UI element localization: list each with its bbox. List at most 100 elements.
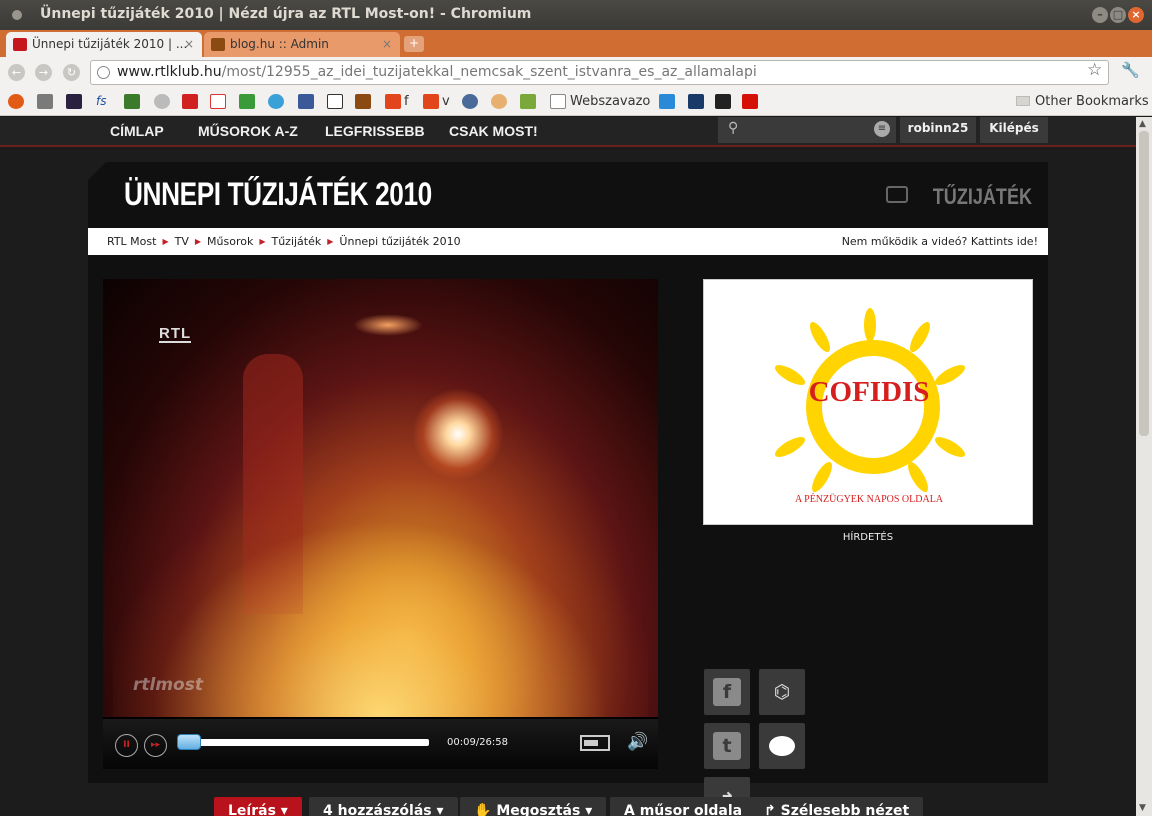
ad-label: HÍRDETÉS [842,532,894,543]
iv-icon[interactable] [423,94,439,109]
minimize-icon[interactable]: – [1092,7,1108,23]
puzzle-icon[interactable] [239,94,255,109]
twitter-icon: t [713,732,741,760]
tf-label[interactable]: f [404,94,409,109]
advertisement[interactable]: COFIDIS A PÉNZÜGYEK NAPOS OLDALA [703,279,1033,525]
bookmark-star-icon[interactable]: ☆ [1087,60,1102,80]
youtube-icon[interactable] [182,94,198,109]
window-titlebar: Ünnepi tűzijáték 2010 | Nézd újra az RTL… [0,0,1152,30]
window-title: Ünnepi tűzijáték 2010 | Nézd újra az RTL… [40,6,532,22]
user-button[interactable]: robinn25 [900,117,976,143]
steam-icon[interactable] [462,94,478,109]
facebook-icon[interactable] [298,94,314,109]
back-button[interactable]: ← [8,64,25,81]
header-corner [88,162,106,180]
nav-csak-most[interactable]: CSAK MOST! [449,123,538,139]
tab-wider-view[interactable]: ↱ Szélesebb nézet [750,797,924,816]
player-controls: II ▸▸ 00:09/26:58 🔊 [103,719,658,769]
screen-size-button[interactable] [580,735,610,751]
sun-ray [864,308,876,342]
reload-button[interactable]: ↻ [63,64,80,81]
video-help-link[interactable]: Nem működik a videó? Kattints ide! [842,235,1038,248]
sun-ray [904,459,932,495]
lastfm-icon[interactable] [742,94,758,109]
tab-show-page-label: A műsor oldala [624,803,743,816]
scroll-down-icon[interactable]: ▼ [1139,803,1146,813]
pause-button[interactable]: II [115,734,138,757]
facebook-share-button[interactable]: f [704,669,750,715]
site-search-input[interactable]: ⚲ ≡ [718,117,896,143]
maximize-icon[interactable]: □ [1110,7,1126,23]
bookmark-icon[interactable] [37,94,53,109]
webszavazo-label[interactable]: Webszavazo [570,94,650,109]
breadcrumb-arrow-icon: ▶ [194,237,202,246]
skip-button[interactable]: ▸▸ [144,734,167,757]
other-bookmarks[interactable]: Other Bookmarks [1016,94,1149,109]
tab-leiras[interactable]: Leírás ▾ [214,797,302,816]
scroll-thumb[interactable] [1139,131,1149,436]
tab-rtl[interactable]: Ünnepi tűzijáték 2010 | ... × [6,32,202,57]
gmail-icon[interactable] [210,94,226,109]
breadcrumb-tuzijatek[interactable]: Tűzijáték [271,235,321,248]
video-firework [413,389,503,479]
ubuntu-icon[interactable] [8,94,24,109]
pixel-icon[interactable] [688,94,704,109]
play-icon[interactable] [659,94,675,109]
iwiw-share-button[interactable]: ⌬ [759,669,805,715]
tab-show-page[interactable]: A műsor oldala [610,797,757,816]
nav-legfrissebb[interactable]: LEGFRISSEBB [325,123,425,139]
other-bookmarks-label: Other Bookmarks [1035,94,1149,109]
breadcrumb: RTL Most ▶ TV ▶ Műsorok ▶ Tűzijáték ▶ Ünnepi tűz… [107,235,461,248]
search-icon[interactable]: ⚲ [728,120,738,136]
scroll-up-icon[interactable]: ▲ [1139,119,1146,129]
breadcrumb-arrow-icon: ▶ [162,237,169,246]
wrench-menu-icon[interactable]: 🔧 [1121,61,1140,79]
tf-icon[interactable] [385,94,401,109]
progress-bar[interactable] [177,734,429,750]
breadcrumb-rtl-most[interactable]: RTL Most [107,235,156,248]
volume-icon[interactable]: 🔊 [627,732,648,752]
sun-ray [772,433,808,461]
forward-button[interactable]: → [35,64,52,81]
video-player[interactable]: RTL rtlmost II ▸▸ 00:09/26:58 🔊 [103,279,658,769]
close-tab-icon[interactable]: × [382,32,392,57]
breadcrumb-musorok[interactable]: Műsorok [207,235,253,248]
category-label[interactable]: TŰZIJÁTÉK [933,184,1032,210]
blog-icon[interactable] [355,94,371,109]
site-nav: CÍMLAP MŰSOROK A-Z LEGFRISSEBB CSAK MOST… [0,117,1136,147]
twitter-share-button[interactable]: t [704,723,750,769]
sun-ray [808,459,836,495]
url-path: /most/12955_az_idei_tuzijatekkal_nemcsak… [221,64,757,80]
content-area: RTL rtlmost II ▸▸ 00:09/26:58 🔊 COFIDIS … [88,255,1048,816]
nav-musorok[interactable]: MŰSOROK A-Z [198,123,298,139]
tab-comments[interactable]: 4 hozzászólás ▾ [309,797,458,816]
face-icon[interactable] [491,94,507,109]
twitter-icon[interactable] [268,94,284,109]
logout-button[interactable]: Kilépés [980,117,1048,143]
chess-icon[interactable] [124,94,140,109]
window-menu-icon[interactable] [12,10,22,20]
tab-share[interactable]: ✋ Megosztás ▾ [460,797,607,816]
tab-comments-label: 4 hozzászólás [323,803,432,816]
page-icon[interactable] [550,94,566,109]
ad-slogan: A PÉNZÜGYEK NAPOS OLDALA [794,494,944,505]
cat-icon[interactable] [715,94,731,109]
video-frame[interactable]: RTL rtlmost [103,279,658,717]
address-bar[interactable]: www.rtlklub.hu/most/12955_az_idei_tuzija… [90,60,1109,85]
chart-icon[interactable] [520,94,536,109]
page-scrollbar[interactable]: ▲ ▼ [1136,117,1152,816]
ci-icon[interactable] [327,94,343,109]
new-tab-button[interactable]: + [404,36,424,52]
iv-label[interactable]: v [442,94,450,109]
tab-blog-admin[interactable]: blog.hu :: Admin × [204,32,400,57]
game-icon[interactable] [66,94,82,109]
comment-button[interactable] [759,723,805,769]
moon-icon[interactable] [154,94,170,109]
close-tab-icon[interactable]: × [184,32,194,57]
progress-handle[interactable] [177,734,201,750]
close-window-icon[interactable]: × [1128,7,1144,23]
search-options-icon[interactable]: ≡ [874,121,890,137]
fs-icon[interactable]: fs [96,94,112,109]
breadcrumb-tv[interactable]: TV [175,235,189,248]
nav-cimlap[interactable]: CÍMLAP [110,123,164,139]
